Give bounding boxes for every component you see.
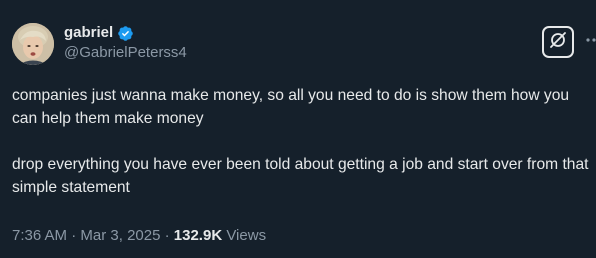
grok-button[interactable] <box>542 26 574 58</box>
tweet-meta: 7:36 AM · Mar 3, 2025 · 132.9K Views <box>12 226 266 246</box>
tweet-paragraph: drop everything you have ever been told … <box>12 156 589 196</box>
user-handle[interactable]: @GabrielPeterss4 <box>64 44 187 62</box>
views-count: 132.9K <box>173 227 223 244</box>
verified-badge-icon[interactable] <box>117 25 134 42</box>
views-label: Views <box>226 227 267 244</box>
separator: · <box>71 227 77 244</box>
separator: · <box>164 227 170 244</box>
avatar[interactable] <box>12 23 54 65</box>
grok-icon <box>549 31 567 54</box>
display-name[interactable]: gabriel <box>64 24 113 42</box>
tweet-date[interactable]: Mar 3, 2025 <box>80 227 160 244</box>
tweet-card: gabriel @GabrielPeterss4 companies just … <box>0 0 596 258</box>
tweet-text: companies just wanna make money, so all … <box>12 84 594 199</box>
more-options-icon[interactable] <box>585 30 596 50</box>
name-row: gabriel <box>64 24 134 42</box>
tweet-time[interactable]: 7:36 AM <box>12 227 67 244</box>
tweet-paragraph: companies just wanna make money, so all … <box>12 87 570 127</box>
